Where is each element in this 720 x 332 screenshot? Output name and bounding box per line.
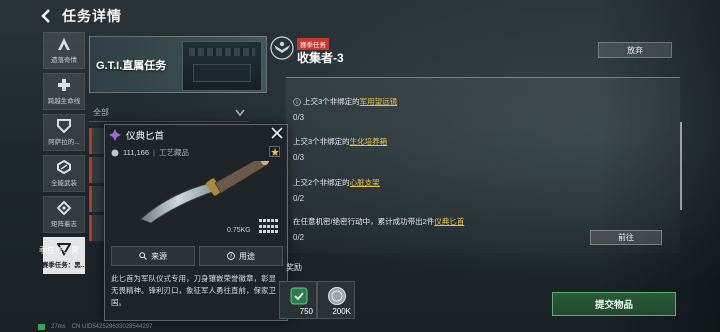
reward-label: 奖励 (286, 263, 302, 272)
item-weight: 0.75KG (227, 227, 251, 234)
objective-text: 在任意机密/绝密行动中，累计成功带出2件 仪典匕首 (293, 216, 673, 227)
abandon-button[interactable]: 放弃 (598, 42, 672, 58)
reward-value: 750 (299, 307, 313, 316)
objective-item-link[interactable]: 仪典匕首 (434, 216, 464, 227)
objective-text: 上交3个非绑定的 生化培养箱 (293, 136, 673, 147)
nav-label: 跨越生命线 (47, 98, 81, 105)
reward-item[interactable]: 200K (317, 281, 355, 319)
objective-row: 上交3个非绑定的 生化培养箱 0/3 (293, 136, 673, 162)
objective-row: 上交3个非绑定的 军用望远镜 0/3 (293, 96, 673, 122)
tooltip-header: 仪典匕首 (109, 128, 164, 142)
active-quest-label[interactable]: 季任务：黑 (39, 240, 89, 260)
goto-button[interactable]: 前往 (590, 230, 662, 245)
green-token-icon (290, 287, 308, 305)
nav-item-3[interactable]: 全能武装 (43, 155, 85, 192)
objective-progress: 0/3 (293, 113, 305, 122)
category-banner: G.T.I.直属任务 (89, 36, 267, 93)
item-name: 仪典匕首 (126, 131, 165, 142)
network-icon (38, 324, 45, 330)
objective-prefix: 上交2个非绑定的 (293, 178, 350, 187)
nav-label: 阿萨拉的... (48, 139, 80, 146)
objective-item-link[interactable]: 生化培养箱 (350, 136, 388, 147)
a-emblem-icon (58, 38, 70, 50)
favorite-star-icon[interactable] (269, 146, 280, 157)
item-meta: 111,166 | 工艺藏品 (111, 147, 189, 158)
nav-label: 赛季任务：黑... (41, 262, 87, 269)
gti-emblem-icon (270, 36, 294, 60)
item-tooltip: 仪典匕首 111,166 | 工艺藏品 0.75KG 来源 ? 用途 此匕首为军… (104, 124, 288, 321)
uid-value: CN UID542529633028544297 (71, 324, 153, 330)
objective-row: 上交2个非绑定的 心脏支架 0/2 (293, 177, 673, 203)
tooltip-actions: 来源 ? 用途 (111, 246, 283, 266)
status-bar: 27ms CN UID542529633028544297 (38, 322, 152, 332)
objective-prefix: 在任意机密/绝密行动中，累计成功带出2件 (293, 217, 435, 226)
inventory-size-icon (259, 219, 279, 235)
objective-progress: 0/2 (293, 194, 305, 203)
objectives-panel: 上交3个非绑定的 军用望远镜 0/3 上交3个非绑定的 生化培养箱 0/3 上交… (286, 77, 680, 253)
collectible-rarity-icon (109, 129, 121, 141)
item-description: 此匕首为军队仪式专用，刀身镶嵌荣誉徽章，彰显无畏精神。锋利刃口，象征军人勇往直前… (111, 274, 276, 307)
nav-label: 矩阵着志 (51, 221, 77, 228)
objectives-scrollbar[interactable] (680, 122, 682, 210)
mission-header: 赛季任务 收集者-3 放弃 (270, 36, 672, 66)
objective-prefix: 上交3个非绑定的 (293, 137, 350, 146)
chevron-down-icon (235, 109, 245, 116)
reward-item[interactable]: 750 (279, 281, 317, 319)
objective-item-link[interactable]: 军用望远镜 (360, 96, 398, 107)
source-button[interactable]: 来源 (111, 246, 195, 266)
nav-item-1[interactable]: 跨越生命线 (43, 73, 85, 110)
mission-title: 收集者-3 (297, 51, 344, 65)
shield-icon (57, 119, 71, 133)
diamond-icon (57, 201, 71, 215)
nav-item-0[interactable]: 遗落奇情 (43, 32, 85, 69)
chevron-left-icon[interactable] (40, 9, 54, 23)
question-icon: ? (227, 252, 235, 260)
info-icon[interactable] (293, 97, 301, 106)
goto-label: 前往 (618, 233, 634, 242)
use-label: 用途 (239, 251, 255, 261)
objective-text: 上交3个非绑定的 军用望远镜 (293, 96, 673, 107)
objective-text: 上交2个非绑定的 心脏支架 (293, 177, 673, 188)
use-button[interactable]: ? 用途 (199, 246, 283, 266)
objective-progress: 0/3 (293, 153, 305, 162)
active-quest-text: 季任务：黑 (39, 245, 79, 255)
silver-coin-icon (328, 287, 346, 305)
filter-dropdown[interactable]: 全部 (89, 104, 249, 122)
objective-item-link[interactable]: 心脏支架 (350, 177, 380, 188)
cross-icon (58, 79, 70, 91)
close-icon[interactable] (271, 127, 283, 139)
svg-text:?: ? (230, 254, 233, 260)
nav-label: 遗落奇情 (51, 57, 77, 64)
hex-icon (57, 160, 71, 174)
item-category: 工艺藏品 (158, 148, 189, 157)
coin-icon (111, 149, 119, 156)
divider: | (153, 148, 155, 157)
search-icon (139, 252, 147, 260)
nav-item-4[interactable]: 矩阵着志 (43, 196, 85, 233)
top-bar: 任务详情 (40, 5, 122, 27)
category-title: G.T.I.直属任务 (96, 60, 167, 72)
ping-value: 27ms (51, 324, 66, 330)
page-title: 任务详情 (62, 8, 122, 24)
submit-items-button[interactable]: 提交物品 (552, 292, 676, 316)
abandon-label: 放弃 (627, 45, 643, 55)
nav-item-2[interactable]: 阿萨拉的... (43, 114, 85, 151)
reward-value: 200K (332, 307, 351, 316)
submit-label: 提交物品 (594, 300, 633, 311)
item-price: 111,166 (123, 148, 149, 157)
source-label: 来源 (151, 251, 167, 261)
crate-image (182, 41, 262, 91)
nav-label: 全能武装 (51, 180, 77, 187)
filter-value: 全部 (93, 108, 109, 117)
objective-prefix: 上交3个非绑定的 (303, 97, 360, 106)
